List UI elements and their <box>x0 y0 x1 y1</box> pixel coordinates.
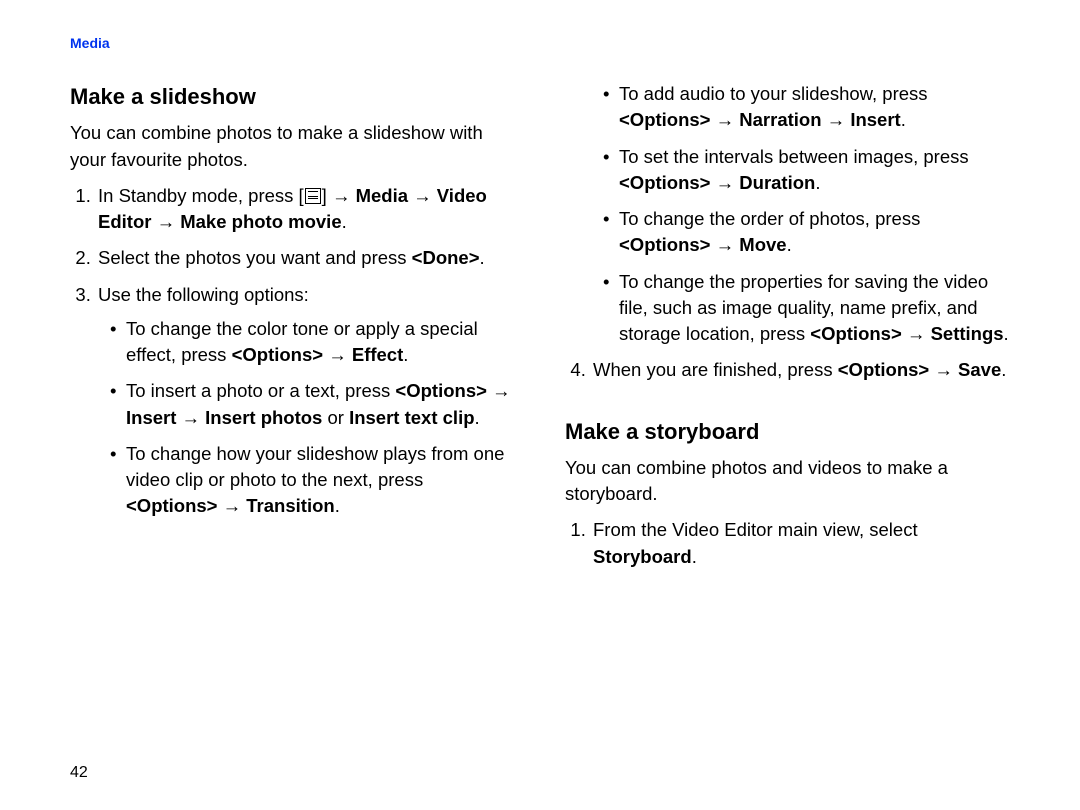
text: When you are finished, press <box>593 359 838 380</box>
text: From the Video Editor main view, select <box>593 519 918 540</box>
option-insert: To insert a photo or a text, press <Opti… <box>110 378 515 431</box>
right-column: To add audio to your slideshow, press <O… <box>565 81 1010 580</box>
menu-item: Duration <box>739 172 815 193</box>
text: or <box>322 407 349 428</box>
text: → <box>323 344 352 365</box>
options-list-continued: To add audio to your slideshow, press <O… <box>565 81 1010 347</box>
menu-item: Save <box>958 359 1001 380</box>
option-effect: To change the color tone or apply a spec… <box>110 316 515 369</box>
menu-item: Insert text clip <box>349 407 474 428</box>
menu-item: Insert photos <box>205 407 322 428</box>
text: → <box>711 172 740 193</box>
option-settings: To change the properties for saving the … <box>603 269 1010 348</box>
option-transition: To change how your slideshow plays from … <box>110 441 515 520</box>
menu-item: Narration <box>739 109 821 130</box>
step-1: In Standby mode, press [] → Media → Vide… <box>96 183 515 236</box>
option-narration: To add audio to your slideshow, press <O… <box>603 81 1010 134</box>
text: . <box>342 211 347 232</box>
menu-item: Transition <box>246 495 334 516</box>
softkey: <Options> <box>838 359 930 380</box>
text: . <box>815 172 820 193</box>
text: . <box>475 407 480 428</box>
text: → <box>822 109 851 130</box>
step-3: Use the following options: To change the… <box>96 282 515 520</box>
softkey: <Options> <box>232 344 324 365</box>
option-move: To change the order of photos, press <Op… <box>603 206 1010 259</box>
storyboard-step-1: From the Video Editor main view, select … <box>591 517 1010 570</box>
text: . <box>901 109 906 130</box>
text: ] → <box>322 185 356 206</box>
menu-key-icon <box>305 188 321 204</box>
left-column: Make a slideshow You can combine photos … <box>70 81 515 580</box>
storyboard-intro: You can combine photos and videos to mak… <box>565 455 1010 508</box>
text: Use the following options: <box>98 284 309 305</box>
text: . <box>1004 323 1009 344</box>
text: → <box>902 323 931 344</box>
menu-item: Effect <box>352 344 403 365</box>
softkey: <Options> <box>619 172 711 193</box>
step-2: Select the photos you want and press <Do… <box>96 245 515 271</box>
manual-page: Media Make a slideshow You can combine p… <box>0 0 1080 810</box>
option-duration: To set the intervals between images, pre… <box>603 144 1010 197</box>
text: → <box>218 495 247 516</box>
text: To insert a photo or a text, press <box>126 380 395 401</box>
text: . <box>480 247 485 268</box>
menu-item: Insert <box>850 109 900 130</box>
softkey: <Options> <box>395 380 487 401</box>
softkey: <Options> <box>126 495 218 516</box>
two-column-layout: Make a slideshow You can combine photos … <box>70 81 1010 580</box>
softkey: <Options> <box>619 109 711 130</box>
text: → <box>711 234 740 255</box>
storyboard-steps: From the Video Editor main view, select … <box>565 517 1010 570</box>
menu-item: Move <box>739 234 786 255</box>
text: . <box>692 546 697 567</box>
heading-make-slideshow: Make a slideshow <box>70 81 515 112</box>
text: → <box>929 359 958 380</box>
text: → <box>711 109 740 130</box>
slideshow-intro: You can combine photos to make a slidesh… <box>70 120 515 173</box>
slideshow-steps-continued: When you are finished, press <Options> →… <box>565 357 1010 383</box>
text: → <box>176 407 205 428</box>
text: . <box>335 495 340 516</box>
text: . <box>403 344 408 365</box>
menu-item: Settings <box>931 323 1004 344</box>
text: . <box>1001 359 1006 380</box>
text: To change the order of photos, press <box>619 208 920 229</box>
text: To add audio to your slideshow, press <box>619 83 928 104</box>
step-4: When you are finished, press <Options> →… <box>591 357 1010 383</box>
text: To change how your slideshow plays from … <box>126 443 504 490</box>
menu-item: Storyboard <box>593 546 692 567</box>
text: . <box>787 234 792 255</box>
text: To set the intervals between images, pre… <box>619 146 969 167</box>
slideshow-steps: In Standby mode, press [] → Media → Vide… <box>70 183 515 520</box>
page-number: 42 <box>70 764 88 782</box>
menu-item: Insert <box>126 407 176 428</box>
text: In Standby mode, press [ <box>98 185 304 206</box>
softkey: <Done> <box>412 247 480 268</box>
text: → <box>487 380 511 401</box>
section-header: Media <box>70 35 1010 51</box>
heading-make-storyboard: Make a storyboard <box>565 416 1010 447</box>
softkey: <Options> <box>619 234 711 255</box>
text: Select the photos you want and press <box>98 247 412 268</box>
options-list: To change the color tone or apply a spec… <box>98 316 515 520</box>
softkey: <Options> <box>810 323 902 344</box>
